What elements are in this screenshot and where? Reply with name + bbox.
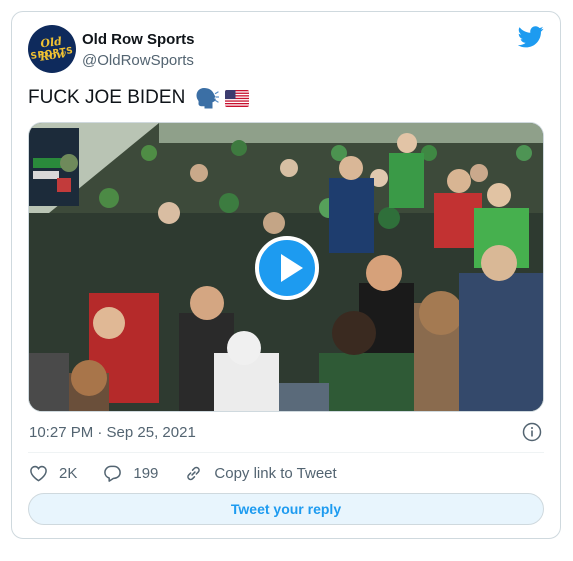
like-count: 2K	[59, 465, 78, 482]
copy-link-label: Copy link to Tweet	[214, 465, 337, 482]
link-icon	[187, 466, 201, 481]
avatar[interactable]: Old Row SPORTS	[28, 25, 76, 73]
tweet-text: FUCK JOE BIDEN	[28, 87, 186, 108]
tweet-card: Old Row SPORTS Old Row Sports @OldRowSpo…	[11, 11, 561, 539]
reply-action[interactable]: 199	[103, 464, 158, 483]
copy-link-button[interactable]: Copy link to Tweet	[184, 464, 337, 483]
display-name[interactable]: Old Row Sports	[82, 31, 195, 48]
reply-bubble-icon	[104, 465, 122, 482]
reply-count: 199	[133, 465, 159, 482]
user-handle[interactable]: @OldRowSports	[82, 52, 194, 69]
play-button[interactable]	[255, 236, 319, 300]
video-media[interactable]	[28, 122, 544, 412]
action-bar: 2K 199 Copy link to Tweet	[29, 464, 363, 483]
info-icon[interactable]	[522, 422, 542, 442]
twitter-bird-icon[interactable]	[518, 26, 544, 48]
tweet-text-row: FUCK JOE BIDEN	[28, 87, 250, 109]
speaking-head-icon	[196, 88, 220, 109]
tweet-timestamp[interactable]: 10:27 PM · Sep 25, 2021	[29, 424, 196, 441]
like-button[interactable]: 2K	[29, 464, 77, 483]
divider	[28, 452, 544, 453]
tweet-reply-button[interactable]: Tweet your reply	[28, 493, 544, 525]
heart-icon	[30, 465, 47, 482]
us-flag-icon	[225, 89, 250, 107]
